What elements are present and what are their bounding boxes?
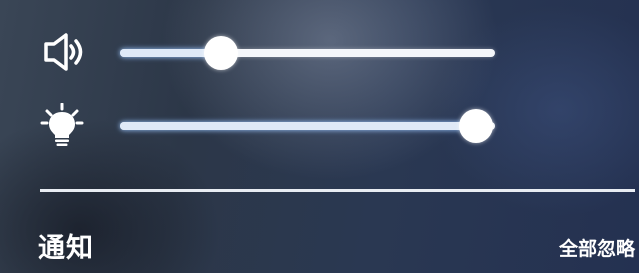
divider <box>40 189 635 192</box>
bulb-icon <box>40 103 88 147</box>
notifications-title: 通知 <box>38 233 94 264</box>
speaker-icon <box>40 30 88 74</box>
quick-settings-panel: 通知 全部忽略 <box>0 0 639 273</box>
dismiss-all-button[interactable]: 全部忽略 <box>559 234 635 261</box>
brightness-slider[interactable] <box>120 109 495 143</box>
volume-slider[interactable] <box>120 36 495 70</box>
volume-row <box>0 22 639 82</box>
brightness-slider-thumb[interactable] <box>459 109 494 143</box>
volume-slider-thumb[interactable] <box>204 36 239 70</box>
brightness-slider-fill <box>120 122 477 130</box>
brightness-row <box>0 95 639 155</box>
